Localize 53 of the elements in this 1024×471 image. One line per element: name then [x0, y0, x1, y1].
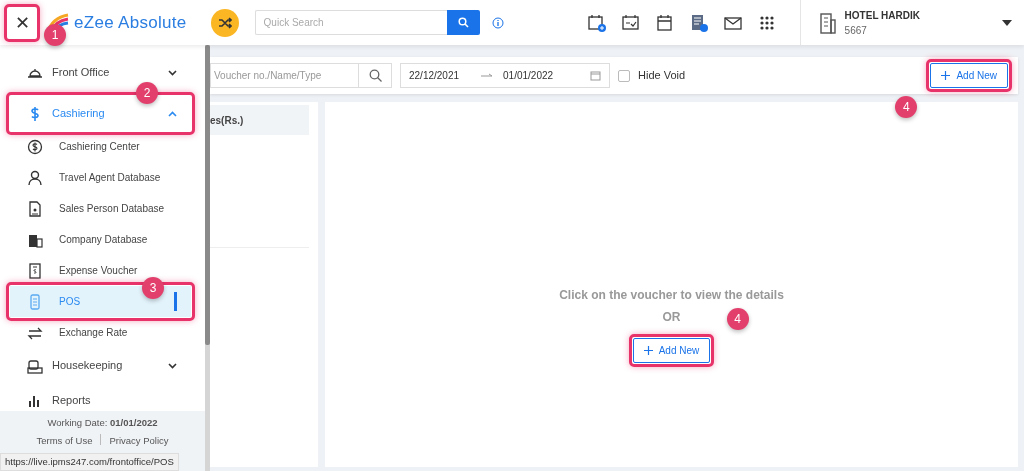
add-new-button[interactable]: Add New [930, 63, 1008, 88]
hotel-code: 5667 [844, 23, 868, 38]
plus-icon [643, 346, 653, 355]
search-icon [457, 17, 469, 28]
scrollbar[interactable] [205, 45, 210, 345]
search-button[interactable] [446, 10, 480, 35]
chevron-down-icon [168, 69, 177, 76]
checkbox[interactable] [618, 69, 630, 82]
brand-name: eZee Absolute [74, 11, 187, 34]
calendar-icon [590, 70, 601, 81]
column-header: es(Rs.) [210, 105, 309, 135]
footer-link[interactable]: Privacy Policy [109, 434, 169, 449]
submenu-item[interactable]: Cashiering Center [0, 131, 205, 162]
menu-item[interactable]: Housekeeping [10, 348, 191, 383]
receipt-icon [27, 262, 43, 279]
submenu-item[interactable]: Travel Agent Database [0, 162, 205, 193]
shuffle-button[interactable] [210, 8, 239, 37]
id-card-icon [27, 200, 43, 217]
callout-number: 4 [895, 96, 918, 118]
working-date: Working Date: 01/01/2022 [46, 416, 159, 430]
menu-item[interactable]: Reports [10, 383, 191, 411]
shuffle-icon [217, 16, 232, 29]
caret-icon[interactable] [1002, 19, 1012, 26]
calendar-add-icon [586, 12, 607, 33]
calendar-check-icon [620, 12, 641, 33]
date-range-field[interactable]: 22/12/2021 01/01/2022 [400, 63, 610, 88]
calendar-icon [654, 12, 675, 33]
person-icon [27, 169, 43, 186]
voucher-search-field[interactable]: Voucher no./Name/Type [210, 63, 358, 88]
callout-number: 4 [726, 308, 749, 330]
highlight-frame [4, 3, 40, 42]
pos-terminal-icon [27, 293, 43, 310]
hotel-name: HOTEL HARDIK [844, 8, 920, 23]
plus-icon [941, 71, 951, 80]
submenu-item[interactable]: Exchange Rate [0, 317, 205, 348]
submenu-item[interactable]: Sales Person Database [0, 193, 205, 224]
arrow-icon [481, 72, 494, 79]
search-field[interactable]: Quick Search [254, 10, 447, 35]
callout-number: 2 [136, 82, 158, 104]
chevron-up-icon [168, 110, 177, 117]
dollar-circle-icon [27, 138, 43, 155]
add-new-button[interactable]: Add New [632, 338, 711, 363]
or-text: OR [662, 309, 681, 326]
empty-message: Click on the voucher to view the details [559, 287, 784, 304]
callout-number: 1 [44, 23, 66, 46]
callout-number: 3 [142, 277, 164, 299]
chevron-down-icon [168, 362, 177, 369]
search-icon [368, 69, 382, 82]
info-icon [491, 16, 504, 29]
submenu-item[interactable]: Company Database [0, 224, 205, 255]
footer-link[interactable]: Terms of Use [36, 434, 93, 449]
checkbox-label: Hide Void [638, 68, 686, 84]
voucher-search-button[interactable] [358, 63, 392, 88]
